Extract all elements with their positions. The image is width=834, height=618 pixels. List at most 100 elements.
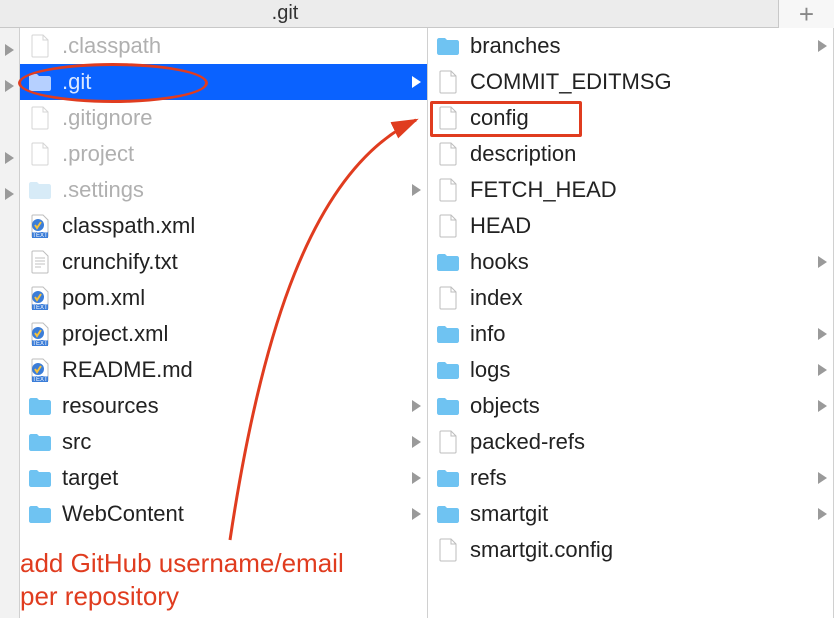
file-row-branches[interactable]: branches bbox=[428, 28, 833, 64]
svg-text:TEXT: TEXT bbox=[32, 341, 48, 347]
folder-icon bbox=[434, 464, 462, 492]
plus-icon: + bbox=[799, 0, 814, 30]
file-row--gitignore[interactable]: .gitignore bbox=[20, 100, 427, 136]
file-row--git[interactable]: .git bbox=[20, 64, 427, 100]
file-row-description[interactable]: description bbox=[428, 136, 833, 172]
svg-text:TEXT: TEXT bbox=[32, 377, 48, 383]
file-icon bbox=[26, 104, 54, 132]
file-row-smartgit[interactable]: smartgit bbox=[428, 496, 833, 532]
disclosure-triangle[interactable] bbox=[0, 176, 19, 212]
file-icon bbox=[434, 284, 462, 312]
expand-arrow-icon bbox=[412, 460, 421, 496]
file-row-head[interactable]: HEAD bbox=[428, 208, 833, 244]
file-label: COMMIT_EDITMSG bbox=[462, 69, 672, 95]
expand-arrow-icon bbox=[412, 496, 421, 532]
file-icon bbox=[26, 32, 54, 60]
xml-icon: TEXT bbox=[26, 212, 54, 240]
disclosure-gutter bbox=[0, 28, 20, 618]
file-row--classpath[interactable]: .classpath bbox=[20, 28, 427, 64]
file-row-refs[interactable]: refs bbox=[428, 460, 833, 496]
disclosure-triangle bbox=[0, 356, 19, 392]
annotation-box bbox=[430, 101, 582, 137]
file-label: README.md bbox=[54, 357, 193, 383]
file-label: hooks bbox=[462, 249, 529, 275]
file-label: branches bbox=[462, 33, 561, 59]
folder-icon bbox=[26, 392, 54, 420]
file-label: packed-refs bbox=[462, 429, 585, 455]
file-label: target bbox=[54, 465, 118, 491]
file-label: refs bbox=[462, 465, 507, 491]
file-row--project[interactable]: .project bbox=[20, 136, 427, 172]
file-row-info[interactable]: info bbox=[428, 316, 833, 352]
file-label: pom.xml bbox=[54, 285, 145, 311]
file-label: .gitignore bbox=[54, 105, 153, 131]
file-row-project-xml[interactable]: TEXT project.xml bbox=[20, 316, 427, 352]
file-label: HEAD bbox=[462, 213, 531, 239]
file-label: smartgit.config bbox=[462, 537, 613, 563]
expand-arrow-icon bbox=[818, 352, 827, 388]
file-row-classpath-xml[interactable]: TEXT classpath.xml bbox=[20, 208, 427, 244]
file-row-webcontent[interactable]: WebContent bbox=[20, 496, 427, 532]
file-row-smartgit-config[interactable]: smartgit.config bbox=[428, 532, 833, 568]
titlebar: .git + bbox=[0, 0, 834, 28]
file-label: .classpath bbox=[54, 33, 161, 59]
disclosure-triangle bbox=[0, 500, 19, 536]
file-label: project.xml bbox=[54, 321, 168, 347]
annotation-line2: per repository bbox=[20, 580, 344, 613]
finder-window: .git + .classpath .git .gitignore .project.… bbox=[0, 0, 834, 618]
file-icon bbox=[434, 212, 462, 240]
disclosure-triangle bbox=[0, 428, 19, 464]
file-label: .settings bbox=[54, 177, 144, 203]
file-row-hooks[interactable]: hooks bbox=[428, 244, 833, 280]
file-label: info bbox=[462, 321, 505, 347]
disclosure-triangle bbox=[0, 320, 19, 356]
file-label: FETCH_HEAD bbox=[462, 177, 617, 203]
file-icon bbox=[434, 68, 462, 96]
folder-icon bbox=[26, 428, 54, 456]
file-label: .git bbox=[54, 69, 91, 95]
xml-icon: TEXT bbox=[26, 284, 54, 312]
file-row-readme-md[interactable]: TEXT README.md bbox=[20, 352, 427, 388]
expand-arrow-icon bbox=[818, 496, 827, 532]
file-row-resources[interactable]: resources bbox=[20, 388, 427, 424]
file-row-logs[interactable]: logs bbox=[428, 352, 833, 388]
file-icon bbox=[434, 140, 462, 168]
file-icon bbox=[434, 536, 462, 564]
folder-icon bbox=[434, 32, 462, 60]
add-tab-button[interactable]: + bbox=[778, 0, 834, 28]
annotation-text: add GitHub username/email per repository bbox=[20, 547, 344, 612]
disclosure-triangle[interactable] bbox=[0, 140, 19, 176]
file-label: src bbox=[54, 429, 91, 455]
annotation-line1: add GitHub username/email bbox=[20, 547, 344, 580]
expand-arrow-icon bbox=[818, 460, 827, 496]
disclosure-triangle bbox=[0, 464, 19, 500]
file-row-packed-refs[interactable]: packed-refs bbox=[428, 424, 833, 460]
disclosure-triangle bbox=[0, 248, 19, 284]
window-title: .git bbox=[0, 2, 570, 25]
file-row-crunchify-txt[interactable]: crunchify.txt bbox=[20, 244, 427, 280]
file-row-pom-xml[interactable]: TEXT pom.xml bbox=[20, 280, 427, 316]
file-row--settings[interactable]: .settings bbox=[20, 172, 427, 208]
file-label: crunchify.txt bbox=[54, 249, 178, 275]
disclosure-triangle bbox=[0, 392, 19, 428]
disclosure-triangle[interactable] bbox=[0, 32, 19, 68]
file-row-index[interactable]: index bbox=[428, 280, 833, 316]
file-row-src[interactable]: src bbox=[20, 424, 427, 460]
file-row-commit-editmsg[interactable]: COMMIT_EDITMSG bbox=[428, 64, 833, 100]
expand-arrow-icon bbox=[818, 28, 827, 64]
disclosure-triangle bbox=[0, 104, 19, 140]
file-row-target[interactable]: target bbox=[20, 460, 427, 496]
txt-icon bbox=[26, 248, 54, 276]
file-row-objects[interactable]: objects bbox=[428, 388, 833, 424]
file-icon bbox=[434, 428, 462, 456]
left-column[interactable]: .classpath .git .gitignore .project .setting… bbox=[20, 28, 428, 618]
file-label: smartgit bbox=[462, 501, 548, 527]
file-label: index bbox=[462, 285, 523, 311]
file-label: resources bbox=[54, 393, 159, 419]
file-row-fetch-head[interactable]: FETCH_HEAD bbox=[428, 172, 833, 208]
file-label: logs bbox=[462, 357, 510, 383]
disclosure-triangle[interactable] bbox=[0, 68, 19, 104]
file-icon bbox=[26, 140, 54, 168]
file-label: classpath.xml bbox=[54, 213, 195, 239]
folder-icon bbox=[434, 500, 462, 528]
